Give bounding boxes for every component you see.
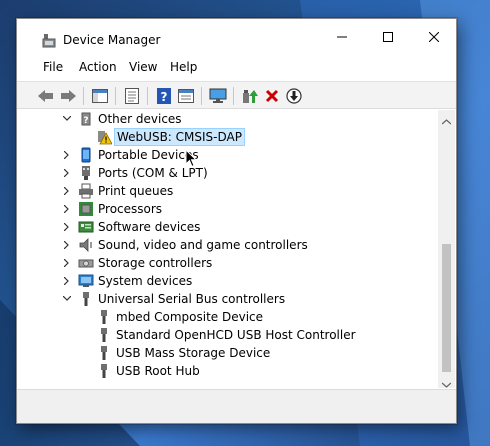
tree-node-storage-controllers[interactable]: Storage controllers bbox=[18, 254, 436, 272]
device-manager-window: Device Manager File Action View Help ? ?… bbox=[16, 18, 457, 424]
minimize-button[interactable] bbox=[319, 19, 365, 57]
menu-view[interactable]: View bbox=[127, 60, 159, 74]
tree-label: System devices bbox=[98, 274, 193, 288]
toolbar-separator bbox=[83, 87, 84, 105]
tree-label: Standard OpenHCD USB Host Controller bbox=[116, 328, 356, 342]
tree-node-sound-video-game[interactable]: Sound, video and game controllers bbox=[18, 236, 436, 254]
view-icon[interactable] bbox=[177, 87, 195, 105]
forward-icon[interactable] bbox=[59, 87, 77, 105]
storage-controller-icon bbox=[78, 255, 94, 271]
tree-node-webusb-cmsis-dap[interactable]: WebUSB: CMSIS-DAP bbox=[18, 128, 436, 146]
toolbar-separator bbox=[233, 87, 234, 105]
scrollbar-thumb[interactable] bbox=[442, 244, 451, 372]
toolbar-separator bbox=[201, 87, 202, 105]
tree-node-usb-root-hub[interactable]: USB Root Hub bbox=[18, 362, 436, 380]
properties-icon[interactable] bbox=[123, 87, 141, 105]
usb-icon bbox=[78, 291, 94, 307]
usb-icon bbox=[96, 363, 112, 379]
monitor-icon[interactable] bbox=[209, 87, 227, 105]
help-icon[interactable]: ? bbox=[155, 87, 173, 105]
port-icon bbox=[78, 165, 94, 181]
expand-arrow-icon[interactable] bbox=[62, 200, 72, 218]
tree-label: WebUSB: CMSIS-DAP bbox=[114, 128, 245, 146]
menu-bar: File Action View Help bbox=[17, 57, 456, 79]
title-bar[interactable]: Device Manager bbox=[17, 19, 456, 57]
system-device-icon bbox=[78, 273, 94, 289]
collapse-arrow-icon[interactable] bbox=[62, 290, 72, 308]
menu-help[interactable]: Help bbox=[168, 60, 199, 74]
expand-arrow-icon[interactable] bbox=[62, 182, 72, 200]
minimize-icon bbox=[337, 31, 347, 45]
tree-label: USB Root Hub bbox=[116, 364, 200, 378]
expand-arrow-icon[interactable] bbox=[62, 272, 72, 290]
back-icon[interactable] bbox=[37, 87, 55, 105]
toolbar-separator bbox=[147, 87, 148, 105]
mouse-cursor-icon bbox=[185, 148, 198, 168]
tree-node-usb-controllers[interactable]: Universal Serial Bus controllers bbox=[18, 290, 436, 308]
portable-device-icon bbox=[78, 147, 94, 163]
tree-label: Portable Devices bbox=[98, 148, 199, 162]
menu-action[interactable]: Action bbox=[77, 60, 119, 74]
scroll-up-arrow-icon[interactable] bbox=[441, 114, 452, 128]
expand-arrow-icon[interactable] bbox=[62, 146, 72, 164]
expand-arrow-icon[interactable] bbox=[62, 236, 72, 254]
tree-label: USB Mass Storage Device bbox=[116, 346, 271, 360]
svg-text:?: ? bbox=[83, 116, 88, 126]
expand-arrow-icon[interactable] bbox=[62, 164, 72, 182]
tree-node-portable-devices[interactable]: Portable Devices bbox=[18, 146, 436, 164]
tree-node-mbed-composite-device[interactable]: mbed Composite Device bbox=[18, 308, 436, 326]
usb-icon bbox=[96, 309, 112, 325]
tree-node-processors[interactable]: Processors bbox=[18, 200, 436, 218]
uninstall-icon[interactable] bbox=[263, 87, 281, 105]
expand-arrow-icon[interactable] bbox=[62, 218, 72, 236]
device-tree: ? Other devices WebUSB: CMSIS-DAP Portab… bbox=[18, 110, 436, 388]
tree-label: Universal Serial Bus controllers bbox=[98, 292, 286, 306]
maximize-icon bbox=[383, 31, 393, 45]
tree-node-system-devices[interactable]: System devices bbox=[18, 272, 436, 290]
maximize-button[interactable] bbox=[365, 19, 411, 57]
close-icon bbox=[428, 31, 440, 45]
show-hide-console-tree-icon[interactable] bbox=[91, 87, 109, 105]
vertical-scrollbar[interactable] bbox=[438, 110, 455, 388]
menu-file[interactable]: File bbox=[41, 60, 65, 74]
tree-node-openhcd-host-controller[interactable]: Standard OpenHCD USB Host Controller bbox=[18, 326, 436, 344]
tree-node-software-devices[interactable]: Software devices bbox=[18, 218, 436, 236]
tree-node-usb-mass-storage[interactable]: USB Mass Storage Device bbox=[18, 344, 436, 362]
tree-node-print-queues[interactable]: Print queues bbox=[18, 182, 436, 200]
tree-label: Software devices bbox=[98, 220, 201, 234]
update-driver-icon[interactable] bbox=[241, 87, 259, 105]
window-title: Device Manager bbox=[63, 33, 161, 47]
collapse-arrow-icon[interactable] bbox=[62, 110, 72, 128]
software-device-icon bbox=[78, 219, 94, 235]
usb-icon bbox=[96, 327, 112, 343]
tree-label: Processors bbox=[98, 202, 163, 216]
usb-icon bbox=[96, 345, 112, 361]
printer-icon bbox=[78, 183, 94, 199]
status-bar bbox=[17, 389, 456, 423]
svg-text:?: ? bbox=[161, 90, 168, 104]
close-button[interactable] bbox=[411, 19, 457, 57]
tree-label: Sound, video and game controllers bbox=[98, 238, 308, 252]
tree-node-other-devices[interactable]: ? Other devices bbox=[18, 110, 436, 128]
warning-icon bbox=[96, 129, 113, 145]
tree-label: Other devices bbox=[98, 112, 182, 126]
other-devices-icon: ? bbox=[78, 111, 94, 127]
toolbar: ? bbox=[17, 81, 456, 109]
processor-icon bbox=[78, 201, 94, 217]
tree-node-ports[interactable]: Ports (COM & LPT) bbox=[18, 164, 436, 182]
expand-arrow-icon[interactable] bbox=[62, 254, 72, 272]
speaker-icon bbox=[78, 237, 94, 253]
device-manager-icon bbox=[41, 33, 57, 49]
scan-hardware-icon[interactable] bbox=[285, 87, 303, 105]
tree-label: Print queues bbox=[98, 184, 174, 198]
toolbar-separator bbox=[115, 87, 116, 105]
tree-label: Storage controllers bbox=[98, 256, 213, 270]
tree-label: mbed Composite Device bbox=[116, 310, 264, 324]
